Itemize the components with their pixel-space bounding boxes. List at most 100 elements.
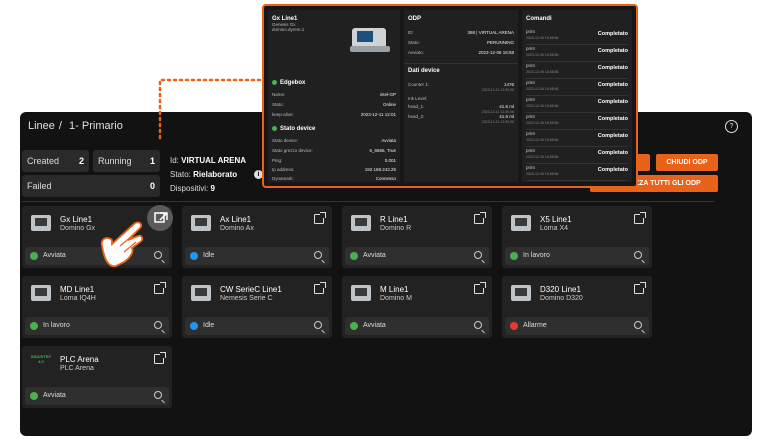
open-detail-icon[interactable] xyxy=(634,212,646,224)
command-timestamp: 2023-12-06 16:58:56 xyxy=(526,53,559,57)
machine-card[interactable]: M Line1 Domino M Avviata xyxy=(342,276,492,338)
stat-failed-label: Failed xyxy=(27,181,52,191)
open-detail-icon[interactable] xyxy=(154,352,166,364)
open-detail-icon[interactable] xyxy=(474,282,486,294)
head2-value: 41.6 ml xyxy=(499,114,514,119)
printer-image xyxy=(350,28,390,52)
machine-card[interactable]: R Line1 Domino R Avviata xyxy=(342,206,492,268)
command-timestamp: 2023-12-06 16:58:56 xyxy=(526,70,559,74)
zoom-icon[interactable] xyxy=(634,321,642,329)
machine-card[interactable]: CW SerieC Line1 Nemesis Serie C Idle xyxy=(182,276,332,338)
ping-value: 0.001 xyxy=(384,158,396,163)
command-name: print xyxy=(526,131,535,136)
machine-thumbnail xyxy=(28,212,54,234)
machine-model: Domino Gx xyxy=(60,225,96,232)
status-dot-icon xyxy=(30,322,38,330)
stat-running-label: Running xyxy=(98,156,132,166)
status-text: Idle xyxy=(203,322,215,329)
zoom-icon[interactable] xyxy=(634,251,642,259)
status-bar: Avviata xyxy=(345,247,489,265)
help-icon[interactable]: ? xyxy=(725,120,738,133)
status-text: Avviata xyxy=(43,392,66,399)
odp-started-key: Avviato: xyxy=(408,50,424,55)
zoom-icon[interactable] xyxy=(154,391,162,399)
odp-state-key: Stato: xyxy=(408,40,420,45)
zoom-icon[interactable] xyxy=(314,321,322,329)
open-detail-icon[interactable] xyxy=(634,282,646,294)
machine-card[interactable]: MD Line1 Loma IQ4H In lavoro xyxy=(22,276,172,338)
command-state: Completato xyxy=(597,150,628,156)
machine-model: Loma IQ4H xyxy=(60,295,96,302)
zoom-icon[interactable] xyxy=(474,251,482,259)
command-state: Completato xyxy=(597,167,628,173)
open-detail-icon[interactable] xyxy=(474,212,486,224)
command-timestamp: 2023-12-06 16:58:56 xyxy=(526,138,559,142)
command-row: print 2023-12-06 16:58:56 Completato xyxy=(526,28,628,45)
machine-card[interactable]: INDUSTRY 4.0 PLC Arena PLC Arena Avviata xyxy=(22,346,172,408)
command-state: Completato xyxy=(597,82,628,88)
zoom-icon[interactable] xyxy=(474,321,482,329)
ink-level-label: Ink Level: xyxy=(408,96,428,101)
ip-value: 192.168.243.25 xyxy=(364,167,396,172)
command-state: Completato xyxy=(597,31,628,37)
command-timestamp: 2023-12-06 16:58:56 xyxy=(526,104,559,108)
open-detail-icon[interactable] xyxy=(314,212,326,224)
zoom-icon[interactable] xyxy=(314,251,322,259)
command-name: print xyxy=(526,114,535,119)
open-detail-icon[interactable] xyxy=(314,282,326,294)
head1-label: head_1: xyxy=(408,104,425,109)
machine-thumbnail xyxy=(348,282,374,304)
status-bar: Avviata xyxy=(345,317,489,335)
commands-column: Comandi print 2023-12-06 16:58:56 Comple… xyxy=(522,10,632,182)
edgebox-state-value: Online xyxy=(382,102,396,107)
command-timestamp: 2023-12-06 16:58:56 xyxy=(526,121,559,125)
zoom-icon[interactable] xyxy=(154,321,162,329)
head2-label: head_2: xyxy=(408,114,425,119)
stat-created-label: Created xyxy=(27,156,60,166)
command-name: print xyxy=(526,80,535,85)
hand-pointer-icon xyxy=(100,221,144,268)
machine-thumbnail xyxy=(188,282,214,304)
machine-thumbnail xyxy=(28,282,54,304)
command-row: print 2023-12-06 16:58:56 Completato xyxy=(526,113,628,130)
industry-logo: INDUSTRY 4.0 xyxy=(30,354,52,364)
command-state: Completato xyxy=(597,48,628,54)
command-state: Completato xyxy=(597,99,628,105)
callout-layer xyxy=(147,78,262,231)
status-text: Avviata xyxy=(363,252,386,259)
odp-section-title: ODP xyxy=(408,16,422,22)
odp-state-val: PERUNNING xyxy=(486,40,514,45)
device-state-title: Stato device xyxy=(280,126,316,133)
breadcrumb-lines[interactable]: Linee xyxy=(28,120,55,132)
command-name: print xyxy=(526,97,535,102)
machine-name: PLC Arena xyxy=(60,355,99,364)
machine-card[interactable]: D320 Line1 Domino D320 Allarme xyxy=(502,276,652,338)
machine-model: Nemesis Serie C xyxy=(220,295,273,302)
command-timestamp: 2023-12-06 16:58:56 xyxy=(526,155,559,159)
machine-name: Gx Line1 xyxy=(60,215,93,224)
command-row: print 2023-12-06 16:58:56 Completato xyxy=(526,45,628,62)
command-row: print 2023-12-06 16:58:56 Completato xyxy=(526,62,628,79)
popup-device-sub2: domino.dyrem.1 xyxy=(272,27,305,32)
command-row: print 2023-12-06 16:58:56 Completato xyxy=(526,79,628,96)
status-dot-icon xyxy=(510,252,518,260)
machine-model: Domino M xyxy=(380,295,412,302)
status-dot-icon xyxy=(350,252,358,260)
breadcrumb: Linee/ 1- Primario xyxy=(28,120,127,132)
open-detail-icon[interactable] xyxy=(154,282,166,294)
status-text: Avviata xyxy=(43,252,66,259)
status-text: In lavoro xyxy=(43,322,70,329)
highlighted-link-icon xyxy=(147,205,173,231)
machine-thumbnail xyxy=(508,212,534,234)
commands-title: Comandi xyxy=(526,16,552,22)
machine-thumbnail xyxy=(508,282,534,304)
status-bar: Avviata xyxy=(25,387,169,405)
status-dot-icon xyxy=(350,322,358,330)
breadcrumb-separator: / xyxy=(58,120,62,132)
counter-value: 1476 xyxy=(503,82,514,87)
status-bar: Allarme xyxy=(505,317,649,335)
close-odp-button[interactable]: CHIUDI ODP xyxy=(656,154,718,171)
counter-timestamp: 2023-12-11 12:30:06 xyxy=(481,88,514,92)
counter-label: Counter 1: xyxy=(408,82,430,87)
machine-card[interactable]: X5 Line1 Loma X4 In lavoro xyxy=(502,206,652,268)
